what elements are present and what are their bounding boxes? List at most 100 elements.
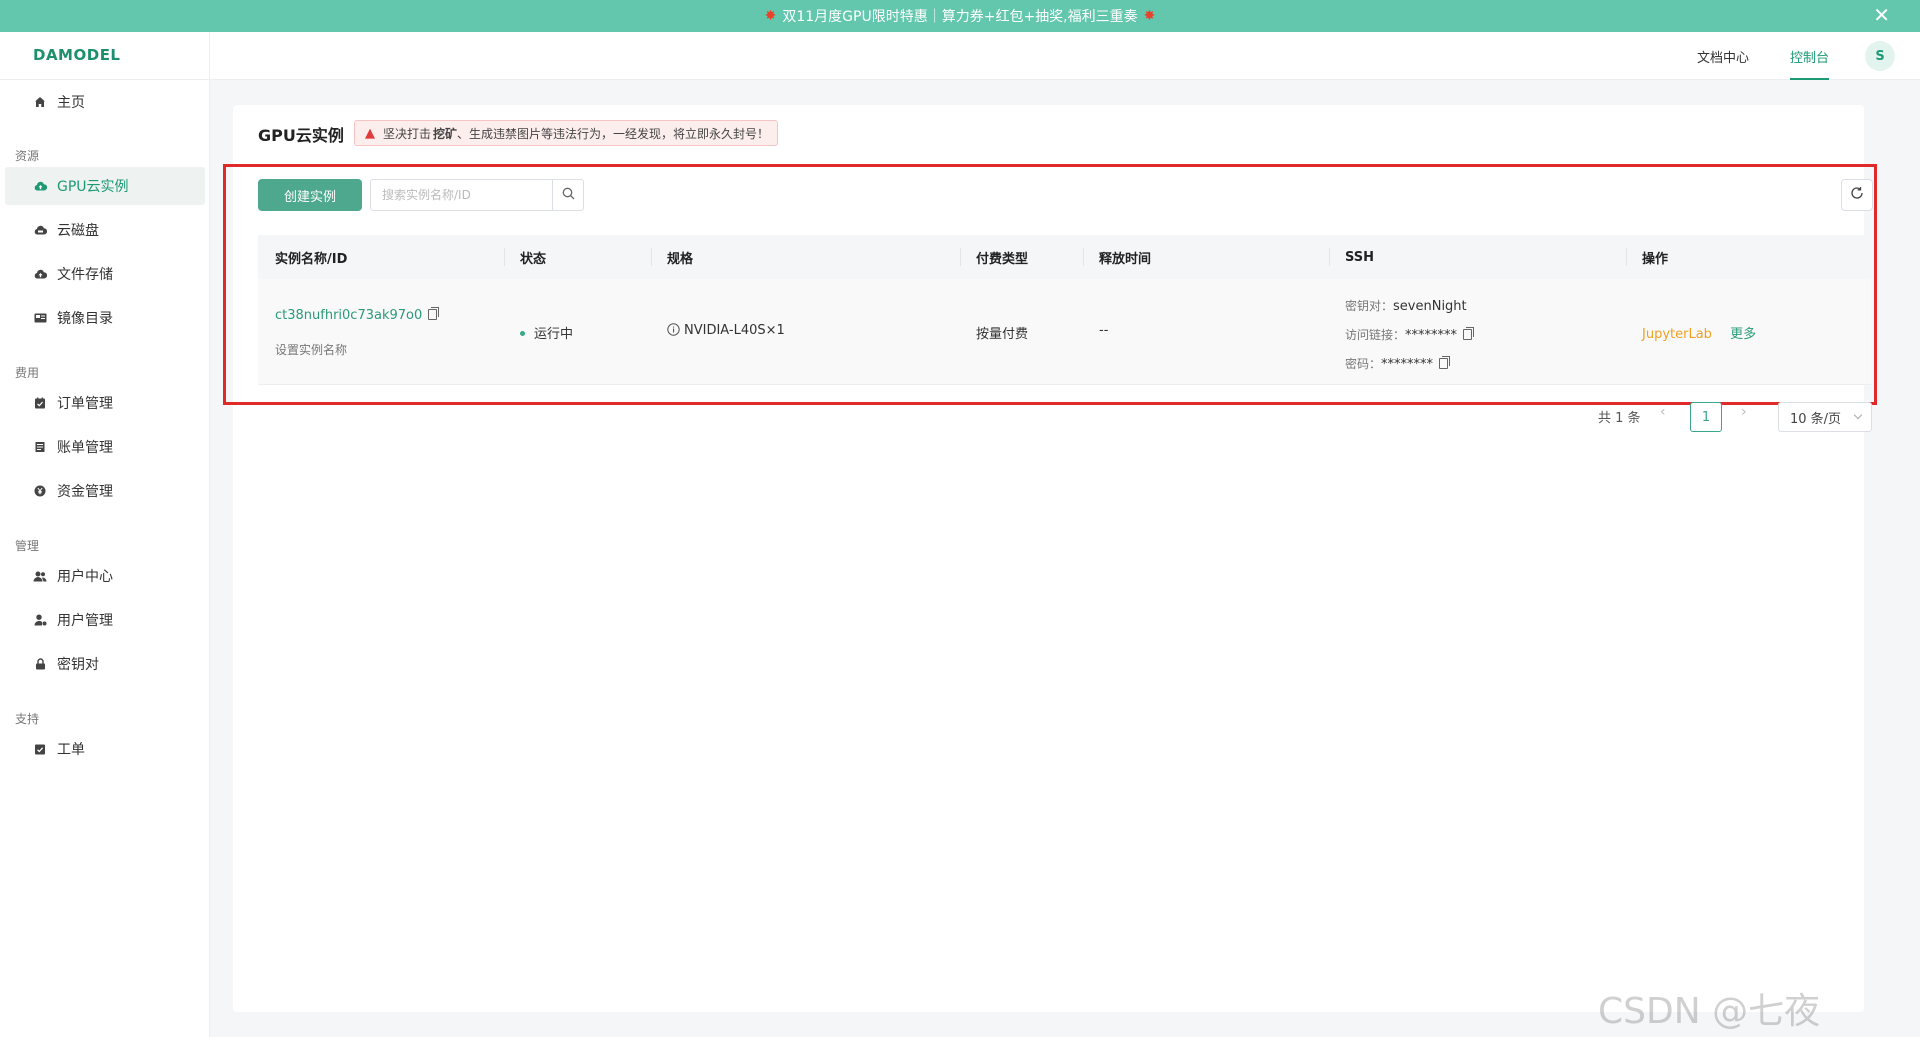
promo-banner-text[interactable]: 双11月度GPU限时特惠｜算力券+红包+抽奖,福利三重奏	[782, 6, 1137, 26]
search-box	[370, 179, 584, 211]
more-link[interactable]: 更多	[1730, 327, 1756, 342]
column-header-status-label: 状态	[520, 251, 547, 267]
sidebar-item-label: 密钥对	[57, 657, 99, 673]
next-page-chevron-icon[interactable]: ›	[1741, 404, 1747, 420]
instance-id-cell: ct38nufhri0c73ak97o0	[275, 307, 440, 323]
column-divider	[1329, 248, 1330, 266]
ssh-access-link: 访问链接：********	[1345, 326, 1475, 343]
sidebar-item-cloud-disk[interactable]: 云磁盘	[5, 211, 205, 249]
sidebar-item-ticket[interactable]: 工单	[5, 730, 205, 768]
pagination-page-current[interactable]: 1	[1690, 402, 1722, 432]
logo[interactable]: DAMODEL	[33, 46, 121, 64]
explosion-icon: ✸	[764, 8, 777, 24]
ssh-link-label: 访问链接：	[1345, 328, 1406, 342]
warning-prefix: 坚决打击	[383, 126, 432, 141]
sidebar: 主页 资源 GPU云实例 云磁盘 文件存储 镜像目录 费用 订单管理 账单管理 …	[0, 80, 210, 1037]
nav-console[interactable]: 控制台	[1790, 32, 1830, 80]
cloud-disk-icon	[33, 223, 47, 237]
section-support: 支持	[15, 712, 40, 726]
jupyterlab-link[interactable]: JupyterLab	[1642, 327, 1712, 342]
sidebar-item-keypair[interactable]: 密钥对	[5, 645, 205, 683]
ssh-keypair-value: sevenNight	[1393, 299, 1467, 314]
sidebar-item-gpu-instance[interactable]: GPU云实例	[5, 167, 205, 205]
copy-icon[interactable]	[1463, 327, 1475, 340]
sidebar-item-label: 主页	[57, 95, 85, 111]
sidebar-item-funds[interactable]: 资金管理	[5, 472, 205, 510]
order-icon	[33, 396, 47, 410]
sidebar-item-user-center[interactable]: 用户中心	[5, 557, 205, 595]
promo-banner[interactable]: ✸ 双11月度GPU限时特惠｜算力券+红包+抽奖,福利三重奏 ✸ ✕	[0, 0, 1920, 32]
refresh-button[interactable]	[1841, 179, 1873, 211]
copy-icon[interactable]	[1439, 356, 1451, 369]
warning-bold: 挖矿	[433, 126, 458, 141]
search-icon	[562, 187, 575, 204]
column-divider	[960, 248, 961, 266]
user-settings-icon	[33, 613, 47, 627]
release-time: --	[1099, 323, 1109, 338]
sidebar-item-home[interactable]: 主页	[5, 83, 205, 121]
sidebar-item-file-storage[interactable]: 文件存储	[5, 255, 205, 293]
ssh-keypair: 密钥对：sevenNight	[1345, 297, 1467, 314]
status-text: 运行中	[534, 327, 574, 342]
cloud-storage-icon	[33, 267, 47, 281]
status-dot-icon	[520, 331, 525, 336]
column-header-name: 实例名称/ID	[275, 251, 348, 267]
column-divider	[651, 248, 652, 266]
warning-text: 、生成违禁图片等违法行为，一经发现，将立即永久封号！	[457, 126, 770, 141]
chevron-down-icon	[1853, 410, 1863, 420]
explosion-icon: ✸	[1143, 8, 1156, 24]
column-header-ssh-label: SSH	[1345, 249, 1375, 265]
section-management: 管理	[15, 539, 40, 553]
sidebar-item-orders[interactable]: 订单管理	[5, 384, 205, 422]
sidebar-item-label: 工单	[57, 742, 85, 758]
column-header-spec-label: 规格	[667, 251, 694, 267]
sidebar-item-image-catalog[interactable]: 镜像目录	[5, 299, 205, 337]
prev-page-chevron-icon[interactable]: ‹	[1660, 404, 1666, 420]
sidebar-item-label: 文件存储	[57, 267, 113, 283]
sidebar-item-user-management[interactable]: 用户管理	[5, 601, 205, 639]
top-header: DAMODEL 文档中心 控制台 S	[0, 32, 1920, 80]
table-header: 实例名称/ID 状态 规格 付费类型 释放时间 SSH 操作	[258, 235, 1871, 279]
refresh-icon	[1850, 186, 1864, 204]
spec-text: NVIDIA-L40S×1	[684, 323, 785, 338]
cloud-upload-icon	[33, 179, 47, 193]
table-row: ct38nufhri0c73ak97o0 设置实例名称 运行中 NVIDIA-L…	[258, 279, 1871, 385]
avatar[interactable]: S	[1865, 41, 1895, 71]
bill-icon	[33, 440, 47, 454]
ssh-keypair-label: 密钥对：	[1345, 299, 1394, 313]
sidebar-item-label: 用户管理	[57, 613, 113, 629]
operations-cell: JupyterLab 更多	[1642, 323, 1756, 342]
sidebar-item-label: 云磁盘	[57, 223, 99, 239]
ssh-password-value: ********	[1381, 357, 1434, 372]
search-input[interactable]	[371, 180, 553, 210]
sidebar-item-label: 镜像目录	[57, 311, 113, 327]
column-header-billing-label: 付费类型	[976, 251, 1029, 267]
column-divider	[504, 248, 505, 266]
sidebar-item-label: 订单管理	[57, 396, 113, 412]
yen-coin-icon	[33, 484, 47, 498]
column-header-ssh: SSH	[1329, 235, 1375, 279]
page-size-select[interactable]: 10 条/页	[1778, 402, 1872, 432]
close-icon[interactable]: ✕	[1873, 4, 1890, 26]
column-divider	[1626, 248, 1627, 266]
set-instance-name-link[interactable]: 设置实例名称	[275, 341, 347, 358]
page-size-value: 10 条/页	[1790, 411, 1842, 427]
ssh-password-label: 密码：	[1345, 357, 1382, 371]
column-header-spec: 规格	[651, 235, 694, 279]
ticket-check-icon	[33, 742, 47, 756]
ssh-password: 密码：********	[1345, 355, 1451, 372]
ssh-link-value: ********	[1405, 328, 1458, 343]
sidebar-item-label: 资金管理	[57, 484, 113, 500]
column-header-operations: 操作	[1626, 235, 1668, 279]
copy-icon[interactable]	[428, 307, 440, 320]
sidebar-item-label: 用户中心	[57, 569, 113, 585]
nav-docs-center[interactable]: 文档中心	[1697, 32, 1749, 80]
instance-id-link[interactable]: ct38nufhri0c73ak97o0	[275, 308, 422, 323]
status-cell: 运行中	[520, 323, 573, 342]
info-icon[interactable]	[667, 323, 680, 340]
sidebar-item-bills[interactable]: 账单管理	[5, 428, 205, 466]
column-header-release-time: 释放时间	[1083, 235, 1151, 279]
search-button[interactable]	[552, 180, 583, 210]
create-instance-button[interactable]: 创建实例	[258, 179, 362, 211]
section-resources: 资源	[15, 149, 40, 163]
